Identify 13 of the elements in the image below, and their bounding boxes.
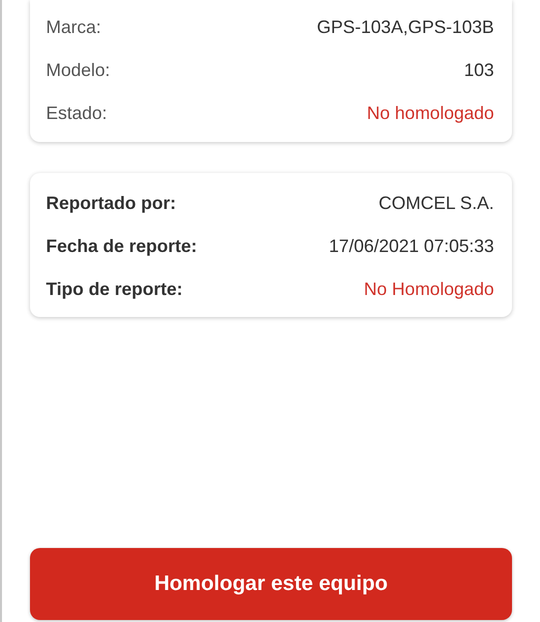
field-value: GPS-103A,GPS-103B <box>316 17 494 38</box>
field-value: 103 <box>464 60 494 81</box>
field-label: Marca: <box>46 17 102 38</box>
field-label: Modelo: <box>46 60 110 81</box>
field-value: No Homologado <box>364 279 494 300</box>
field-label: Estado: <box>46 103 108 124</box>
field-label: Tipo de reporte: <box>46 279 183 300</box>
field-value: No homologado <box>366 103 494 124</box>
field-value: COMCEL S.A. <box>378 193 494 214</box>
field-value: 17/06/2021 07:05:33 <box>328 236 494 257</box>
field-label: Reportado por: <box>46 193 176 214</box>
field-label: Fecha de reporte: <box>46 236 198 257</box>
homologate-button[interactable]: Homologar este equipo <box>30 548 512 620</box>
